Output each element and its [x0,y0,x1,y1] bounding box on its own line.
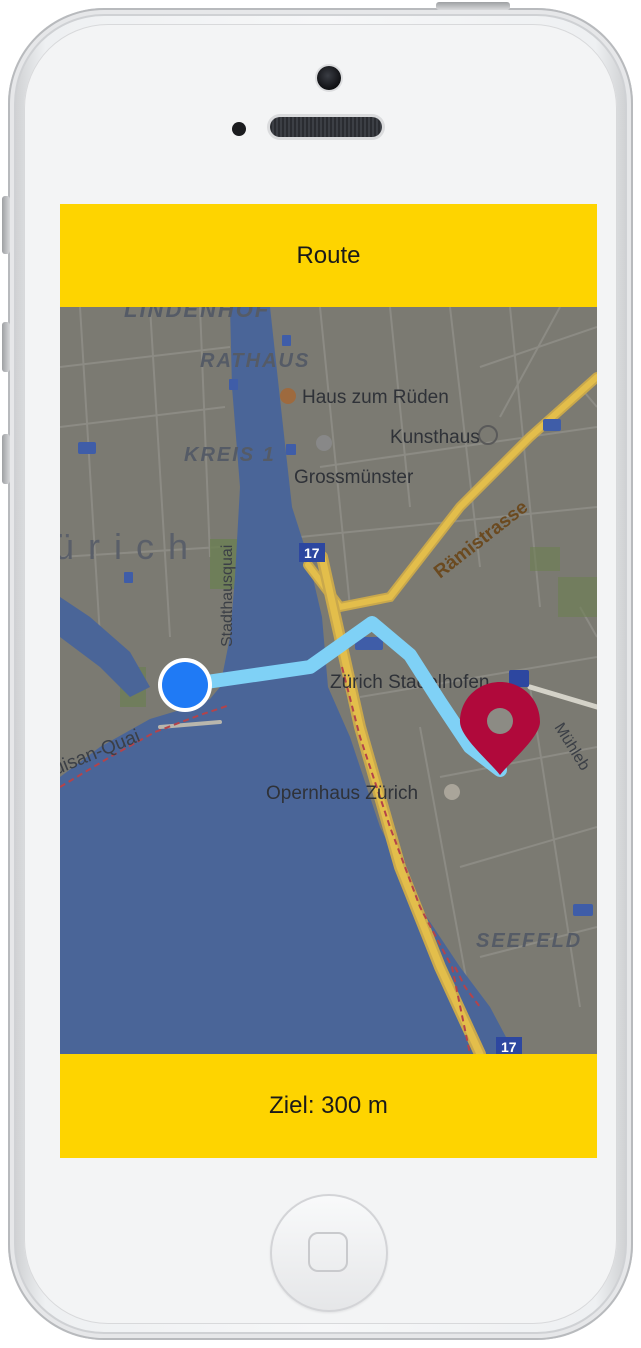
map-label: Kunsthaus [390,427,480,448]
volume-up-button [2,322,10,372]
restaurant-icon [280,388,296,404]
volume-down-button [2,434,10,484]
map-label: RATHAUS [200,350,310,372]
header-bar: Route [60,204,597,307]
park-area [530,547,560,571]
app-screen: Route LINDENHOF RATHAUS Haus zum Rüden K… [60,204,597,1158]
current-location-icon[interactable] [158,658,212,712]
route-number: 17 [501,1039,517,1054]
landmark-icon [316,435,332,451]
front-camera [317,66,341,90]
destination-distance: Ziel: 300 m [269,1092,388,1119]
park-area [558,577,597,617]
map-label: KREIS 1 [184,444,276,466]
map-label: Stadthausquai [219,545,236,647]
map-label: Grossmünster [294,467,414,488]
mute-switch [2,196,10,254]
route-map[interactable]: LINDENHOF RATHAUS Haus zum Rüden Kunstha… [60,307,597,1054]
home-square-icon [308,1232,348,1272]
page-title: Route [296,241,361,269]
map-label: LINDENHOF [124,307,270,322]
footer-bar: Ziel: 300 m [60,1054,597,1158]
route-number: 17 [304,545,320,561]
map-label: Haus zum Rüden [302,387,449,408]
map-label: Opernhaus Zürich [266,783,418,804]
map-label: ürich [60,526,202,567]
map-label: SEEFELD [476,930,582,952]
home-button[interactable] [270,1194,388,1312]
map-label: Zürich Stadelhofen [330,672,490,693]
opera-icon [444,784,460,800]
power-button [436,2,510,10]
earpiece-speaker [270,117,382,137]
proximity-sensor [232,122,246,136]
